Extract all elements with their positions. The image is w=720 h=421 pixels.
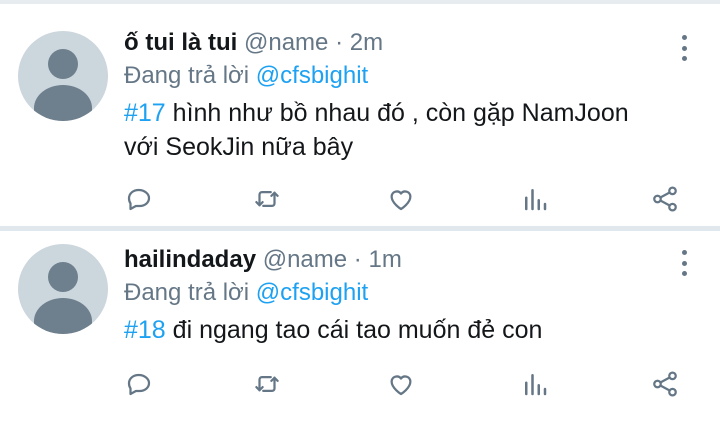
reply-icon[interactable]	[124, 184, 154, 214]
reply-prefix: Đang trả lời	[124, 62, 250, 89]
tweet[interactable]: ố tui là tui @name · 2m Đang trả lời @cf…	[0, 4, 720, 226]
analytics-icon[interactable]	[520, 369, 550, 399]
tweet-text: #17 hình như bồ nhau đó , còn gặp NamJoo…	[124, 96, 660, 164]
reply-mention-link[interactable]: @cfsbighit	[256, 279, 368, 306]
timestamp[interactable]: 1m	[368, 246, 401, 273]
tweet-header: hailindaday @name · 1m	[124, 243, 660, 277]
tweet-header: ố tui là tui @name · 2m	[124, 26, 660, 60]
display-name[interactable]: hailindaday	[124, 246, 256, 273]
separator-dot: ·	[335, 29, 344, 56]
separator-dot: ·	[353, 246, 362, 273]
more-vertical-icon[interactable]	[680, 35, 688, 61]
tweet-body: đi ngang tao cái tao muốn đẻ con	[172, 316, 543, 344]
hashtag-link[interactable]: #18	[124, 316, 166, 344]
avatar-body-shape	[34, 85, 92, 121]
avatar-head-shape	[48, 49, 78, 79]
reply-context: Đang trả lời @cfsbighit	[124, 277, 660, 309]
analytics-icon[interactable]	[520, 184, 550, 214]
like-icon[interactable]	[386, 369, 416, 399]
share-icon[interactable]	[650, 184, 680, 214]
avatar-body-shape	[34, 298, 92, 334]
reply-icon[interactable]	[124, 369, 154, 399]
reply-mention-link[interactable]: @cfsbighit	[256, 62, 368, 89]
tweet[interactable]: hailindaday @name · 1m Đang trả lời @cfs…	[0, 231, 720, 421]
action-bar	[124, 369, 680, 401]
like-icon[interactable]	[386, 184, 416, 214]
avatar[interactable]	[18, 244, 108, 334]
timestamp[interactable]: 2m	[350, 29, 383, 56]
hashtag-link[interactable]: #17	[124, 99, 166, 127]
tweet-content: ố tui là tui @name · 2m Đang trả lời @cf…	[124, 26, 660, 164]
avatar[interactable]	[18, 31, 108, 121]
retweet-icon[interactable]	[252, 184, 282, 214]
tweet-feed: ố tui là tui @name · 2m Đang trả lời @cf…	[0, 0, 720, 421]
tweet-body: hình như bồ nhau đó , còn gặp NamJoon vớ…	[124, 99, 629, 161]
share-icon[interactable]	[650, 369, 680, 399]
user-handle[interactable]: @name	[244, 29, 328, 56]
tweet-content: hailindaday @name · 1m Đang trả lời @cfs…	[124, 243, 660, 347]
user-handle[interactable]: @name	[263, 246, 347, 273]
avatar-head-shape	[48, 262, 78, 292]
display-name[interactable]: ố tui là tui	[124, 29, 237, 56]
reply-prefix: Đang trả lời	[124, 279, 250, 306]
action-bar	[124, 184, 680, 216]
reply-context: Đang trả lời @cfsbighit	[124, 60, 660, 92]
retweet-icon[interactable]	[252, 369, 282, 399]
more-vertical-icon[interactable]	[680, 250, 688, 276]
tweet-text: #18 đi ngang tao cái tao muốn đẻ con	[124, 313, 660, 347]
